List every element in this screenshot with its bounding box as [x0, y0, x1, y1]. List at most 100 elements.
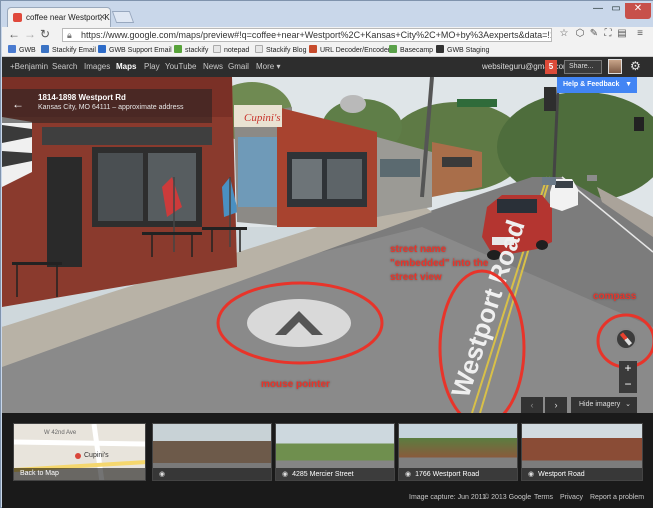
street-view-panorama[interactable]: Westport Road Cupini's ← 1814-1898 Westp… [2, 77, 653, 413]
help-feedback-label: Help & Feedback [563, 81, 620, 88]
bookmark-label: Stackify Email [52, 47, 96, 54]
compass-icon[interactable] [615, 328, 637, 350]
bookmark-item[interactable]: stackify [174, 45, 208, 54]
annotation-line: street name [390, 244, 447, 255]
forward-icon[interactable]: → [24, 27, 36, 41]
copyright: © 2013 Google [484, 494, 532, 501]
pen-extension-icon[interactable]: ✎ [588, 28, 600, 40]
minimize-window-icon[interactable]: — [589, 3, 607, 19]
camera-icon: ◉ [528, 471, 535, 478]
bookmark-label: GWB [19, 47, 36, 54]
extension-icon[interactable]: ⬡ [574, 28, 586, 40]
bookmark-favicon-icon [98, 45, 106, 53]
thumb-label: ◉ Westport Road [522, 468, 642, 480]
gbar-item-plus[interactable]: +Benjamin [10, 62, 48, 71]
notification-badge[interactable]: 5 [545, 60, 557, 74]
browser-tab[interactable]: coffee near Westport, Kan ✕ [7, 7, 111, 27]
gbar-item-play[interactable]: Play [144, 62, 160, 71]
maximize-window-icon[interactable]: ▭ [607, 3, 625, 19]
bookmark-label: Basecamp [400, 47, 434, 54]
resize-extension-icon[interactable]: ⛶ [602, 28, 614, 40]
map-footer: Image capture: Jun 2011 © 2013 Google Te… [2, 490, 653, 508]
terms-link[interactable]: Terms [534, 494, 553, 501]
gbar-item-gmail[interactable]: Gmail [228, 62, 249, 71]
imagery-thumb[interactable]: ◉ 4285 Mercier Street [275, 423, 395, 481]
bookmarks-bar: GWB Stackify Email GWB Support Email sta… [2, 43, 653, 57]
bookmark-item[interactable]: URL Decoder/Encoder [309, 45, 390, 54]
bookmark-favicon-icon [309, 45, 317, 53]
avatar[interactable] [608, 59, 622, 74]
url-text: https://www.google.com/maps/preview#!q=c… [81, 30, 551, 40]
gbar-item-images[interactable]: Images [84, 62, 110, 71]
google-bar: +Benjamin Search Images Maps Play YouTub… [2, 57, 653, 77]
back-arrow-icon[interactable]: ← [12, 97, 24, 111]
maps-favicon-icon [13, 13, 22, 22]
address-subtitle: Kansas City, MO 64111 – approximate addr… [38, 104, 184, 111]
hide-imagery-button[interactable]: Hide imagery ⌄ [571, 397, 637, 413]
lock-icon: 🔒︎ [67, 30, 72, 40]
imagery-thumb[interactable]: ◉ Westport Road [521, 423, 643, 481]
bookmark-favicon-icon [174, 45, 182, 53]
gbar-item-more[interactable]: More ▾ [256, 62, 280, 71]
thumb-label: ◉ 1766 Westport Road [399, 468, 517, 480]
address-bar[interactable]: 🔒︎ https://www.google.com/maps/preview#!… [62, 28, 552, 42]
chevron-right-icon[interactable]: › [545, 397, 567, 413]
thumb-label: ◉ [153, 468, 271, 480]
map-place-label: Cupini's [84, 452, 109, 459]
annotation-street-name: street name "embedded" into the street v… [390, 243, 488, 285]
chevron-down-icon: ⌄ [625, 401, 631, 408]
back-to-map-thumb[interactable]: W 42nd Ave Cupini's Back to Map [13, 423, 146, 481]
close-window-icon[interactable]: ✕ [625, 3, 651, 19]
bookmark-item[interactable]: GWB Support Email [98, 45, 172, 54]
thumb-label-text: 4285 Mercier Street [292, 471, 354, 478]
bookmark-label: Stackify Blog [266, 47, 307, 54]
imagery-thumb[interactable]: ◉ [152, 423, 272, 481]
chevron-left-icon[interactable]: ‹ [521, 397, 543, 413]
address-title: 1814-1898 Westport Rd [38, 93, 126, 102]
new-tab-button[interactable] [111, 11, 135, 23]
browser-window: coffee near Westport, Kan ✕ — ▭ ✕ ← → ↻ … [0, 0, 653, 508]
gbar-item-news[interactable]: News [203, 62, 223, 71]
bookmark-item[interactable]: Basecamp [389, 45, 433, 54]
gbar-item-maps[interactable]: Maps [116, 62, 136, 71]
imagery-thumb[interactable]: ◉ 1766 Westport Road [398, 423, 518, 481]
zoom-in-button[interactable]: + [619, 361, 637, 377]
image-capture-date: Image capture: Jun 2011 [409, 494, 486, 501]
back-icon[interactable]: ← [8, 27, 20, 41]
imagery-filmstrip: W 42nd Ave Cupini's Back to Map ◉ ◉ 4285 … [2, 413, 653, 490]
bookmark-star-icon[interactable]: ☆ [558, 28, 570, 40]
thumb-label-text: 1766 Westport Road [415, 471, 480, 478]
gbar-item-youtube[interactable]: YouTube [165, 62, 196, 71]
menu-icon[interactable]: ≡ [634, 28, 646, 40]
reload-icon[interactable]: ↻ [40, 27, 50, 41]
bookmark-item[interactable]: Stackify Email [41, 45, 96, 54]
street-scene: Westport Road Cupini's [2, 77, 653, 413]
page-icon [213, 45, 221, 53]
compass-needle [619, 332, 633, 346]
chevron-down-icon: ▼ [625, 81, 632, 88]
gbar-item-search[interactable]: Search [52, 62, 77, 71]
camera-icon: ◉ [282, 471, 289, 478]
report-problem-link[interactable]: Report a problem [590, 494, 644, 501]
address-card: ← 1814-1898 Westport Rd Kansas City, MO … [2, 89, 212, 123]
camera-icon: ◉ [159, 471, 166, 478]
zoom-out-button[interactable]: − [619, 377, 637, 393]
share-button[interactable]: Share... [564, 60, 602, 74]
cast-extension-icon[interactable]: ▤ [616, 28, 628, 40]
thumb-label-text: Westport Road [538, 471, 585, 478]
thumb-label: ◉ 4285 Mercier Street [276, 468, 394, 480]
bookmark-item[interactable]: GWB Staging [436, 45, 489, 54]
help-feedback-button[interactable]: Help & Feedback ▼ [557, 77, 637, 93]
page-icon [255, 45, 263, 53]
privacy-link[interactable]: Privacy [560, 494, 583, 501]
gear-icon[interactable]: ⚙ [630, 59, 641, 73]
bookmark-favicon-icon [8, 45, 16, 53]
annotation-compass: compass [593, 291, 637, 302]
hide-imagery-label: Hide imagery [579, 401, 621, 408]
bookmark-favicon-icon [389, 45, 397, 53]
bookmark-item[interactable]: GWB [8, 45, 36, 54]
annotation-line: "embedded" into the [390, 258, 489, 269]
bookmark-item[interactable]: notepad [213, 45, 249, 54]
close-tab-icon[interactable]: ✕ [98, 12, 106, 23]
bookmark-item[interactable]: Stackify Blog [255, 45, 306, 54]
